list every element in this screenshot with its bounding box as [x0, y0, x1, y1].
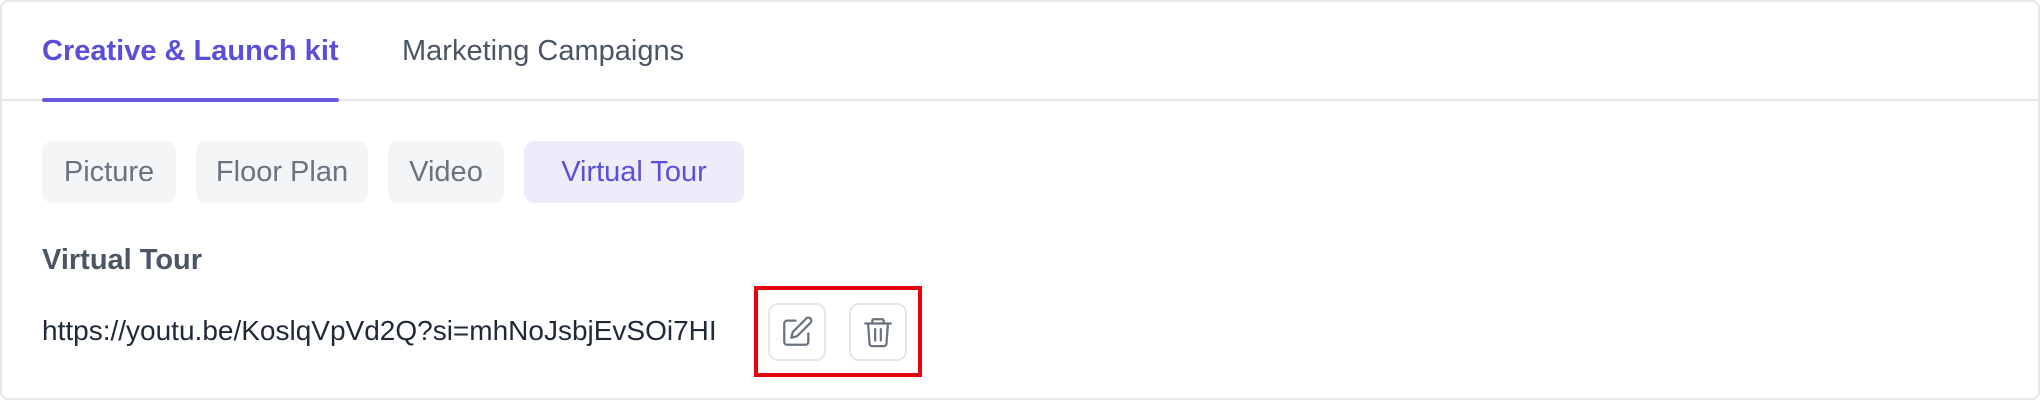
edit-icon — [783, 316, 813, 346]
section-title: Virtual Tour — [42, 244, 203, 276]
chip-video[interactable]: Video — [388, 141, 504, 203]
tab-creative-launch-kit[interactable]: Creative & Launch kit — [42, 2, 339, 102]
edit-button[interactable] — [768, 303, 826, 361]
chip-floor-plan[interactable]: Floor Plan — [196, 141, 368, 203]
main-tabs: Creative & Launch kit Marketing Campaign… — [2, 2, 2038, 102]
tab-marketing-campaigns[interactable]: Marketing Campaigns — [402, 2, 684, 101]
virtual-tour-url: https://youtu.be/KoslqVpVd2Q?si=mhNoJsbj… — [42, 315, 717, 346]
delete-button[interactable] — [849, 303, 907, 361]
chip-virtual-tour[interactable]: Virtual Tour — [524, 141, 744, 203]
trash-icon — [864, 318, 892, 348]
chip-picture[interactable]: Picture — [42, 141, 176, 203]
launch-kit-card: Creative & Launch kit Marketing Campaign… — [0, 0, 2040, 400]
tab-label: Marketing Campaigns — [402, 35, 685, 67]
tab-label: Creative & Launch kit — [42, 35, 339, 67]
